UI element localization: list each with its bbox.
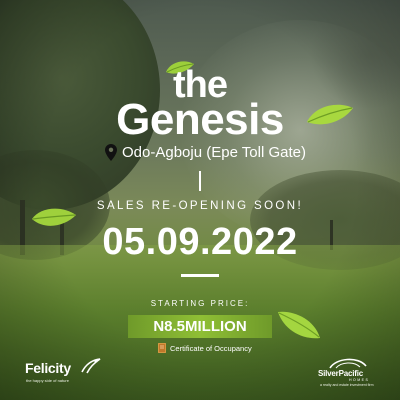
title-line-2: Genesis: [116, 95, 284, 144]
map-pin-icon: [105, 143, 117, 161]
certificate-icon: [158, 343, 166, 353]
location-line: Odo-Agboju (Epe Toll Gate): [105, 142, 306, 162]
silverpacific-tagline: a realty and estate investment firm: [320, 383, 374, 387]
roof-arc-icon: [329, 358, 367, 369]
divider-horizontal: [181, 274, 219, 277]
felicity-brand: Felicity: [25, 360, 71, 376]
felicity-tagline: the happy side of nature: [26, 378, 69, 383]
sales-status: SALES RE-OPENING SOON!: [96, 200, 304, 212]
leaf-icon: [278, 311, 320, 339]
document-type: Certificate of Occupancy: [170, 343, 252, 353]
silverpacific-brand: SilverPacific: [318, 369, 363, 378]
silverpacific-sub: HOMES: [349, 378, 370, 382]
silverpacific-logo: SilverPacific HOMES a realty and estate …: [318, 356, 380, 388]
poster: the Genesis Odo-Agboju (Epe Toll Gate) S…: [0, 0, 400, 400]
felicity-logo: Felicity the happy side of nature: [25, 358, 105, 388]
starting-price-label: STARTING PRICE:: [150, 299, 250, 308]
document-line: Certificate of Occupancy: [158, 342, 252, 354]
felicity-swoosh-icon: [81, 358, 101, 374]
location-text: Odo-Agboju (Epe Toll Gate): [122, 143, 306, 161]
reopening-date: 05.09.2022: [102, 221, 298, 263]
price-value: N8.5MILLION: [153, 318, 247, 335]
price-badge: N8.5MILLION: [128, 315, 272, 338]
divider-vertical: [199, 171, 201, 191]
